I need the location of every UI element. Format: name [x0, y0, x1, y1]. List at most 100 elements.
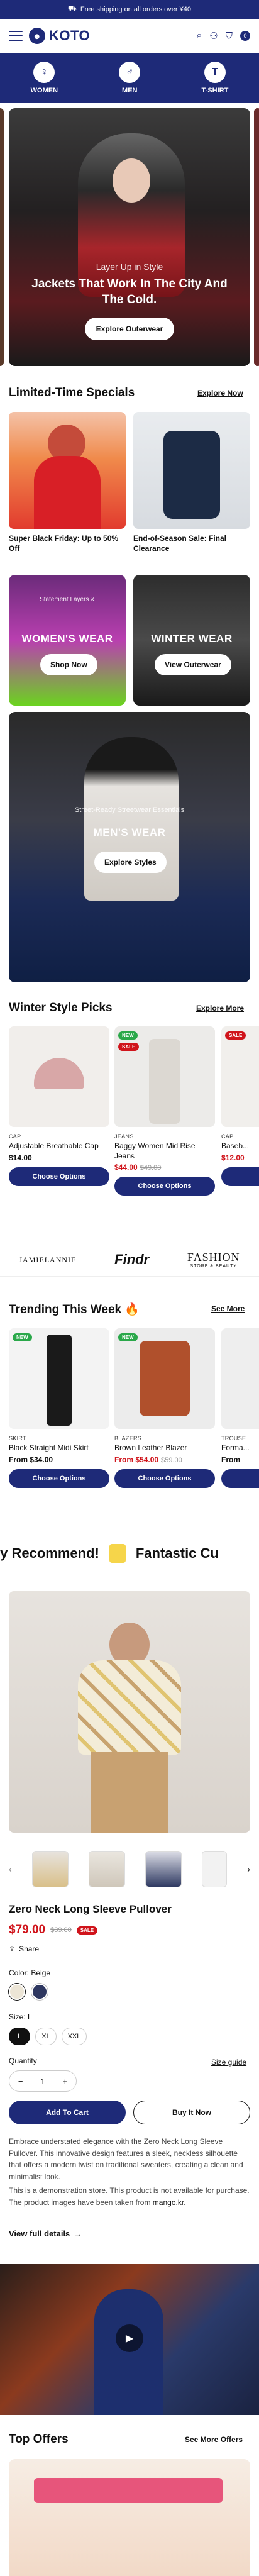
product-card[interactable]: NEW SALE JEANS Baggy Women Mid Rise Jean… [114, 1026, 215, 1196]
swatch-navy[interactable] [31, 1984, 48, 2000]
product-image[interactable]: NEW [114, 1328, 215, 1429]
mango-link[interactable]: mango.kr [153, 2198, 184, 2207]
quantity-stepper[interactable]: − 1 + [9, 2070, 77, 2092]
plus-icon[interactable]: + [62, 2077, 67, 2086]
marquee-banner: ly Recommend! Fantastic Cu [0, 1535, 259, 1572]
product-title[interactable]: Baggy Women Mid Rise Jeans [114, 1141, 215, 1161]
trending-heading: Trending This Week 🔥 [9, 1303, 140, 1316]
new-badge: NEW [13, 1333, 32, 1341]
womens-wear-tile[interactable]: Statement Layers & WOMEN'S WEAR Shop Now [9, 575, 126, 706]
shop-now-button[interactable]: Shop Now [40, 654, 97, 675]
thumbnail-row: ‹ › [9, 1850, 250, 1888]
see-more-link[interactable]: See More [211, 1304, 245, 1313]
product-vendor: SKIRT [9, 1435, 26, 1441]
product-title[interactable]: Adjustable Breathable Cap [9, 1141, 109, 1152]
size-option[interactable]: L [9, 2028, 30, 2045]
explore-now-link[interactable]: Explore Now [197, 389, 243, 397]
video-banner[interactable]: ▶ [0, 2264, 259, 2415]
product-price-row: $79.00 $89.00 SALE [9, 1923, 98, 1937]
product-image[interactable] [9, 1026, 109, 1127]
product-title[interactable]: Forma... [221, 1443, 259, 1453]
tile-title: WOMEN'S WEAR [21, 633, 113, 645]
hero-next-slide[interactable] [254, 108, 259, 366]
product-price: From $54.00 $59.00 [114, 1455, 215, 1464]
product-title[interactable]: Black Straight Midi Skirt [9, 1443, 109, 1453]
tshirt-icon: T [204, 62, 226, 83]
buy-now-button[interactable]: Buy It Now [133, 2101, 250, 2124]
end-of-season-title[interactable]: End-of-Season Sale: Final Clearance [133, 533, 250, 553]
end-of-season-image[interactable] [133, 412, 250, 529]
product-card[interactable]: NEW BLAZERS Brown Leather Blazer From $5… [114, 1328, 215, 1488]
minus-icon[interactable]: − [18, 2077, 23, 2086]
share-label: Share [19, 1945, 40, 1953]
view-full-details-link[interactable]: View full details → [9, 2229, 82, 2238]
thumbnail[interactable] [88, 1851, 125, 1887]
quantity-value[interactable]: 1 [40, 2077, 45, 2086]
black-friday-image[interactable] [9, 412, 126, 529]
chevron-right-icon[interactable]: › [247, 1864, 250, 1874]
share-button[interactable]: ⇪ Share [9, 1945, 39, 1953]
explore-styles-button[interactable]: Explore Styles [94, 852, 167, 873]
see-more-offers-link[interactable]: See More Offers [185, 2435, 243, 2444]
search-icon[interactable]: ⌕ [196, 30, 202, 42]
thumbnail[interactable] [145, 1851, 182, 1887]
view-full-details-label: View full details [9, 2229, 70, 2238]
sale-badge: SALE [76, 1926, 98, 1935]
logo[interactable]: ☻ KOTO [29, 28, 90, 44]
dress-icon: ♀ [33, 62, 55, 83]
category-men[interactable]: ♂ MEN [119, 62, 141, 94]
category-women[interactable]: ♀ WOMEN [31, 62, 58, 94]
product-card[interactable]: NEW SKIRT Black Straight Midi Skirt From… [9, 1328, 109, 1488]
category-label: MEN [122, 87, 138, 94]
explore-more-link[interactable]: Explore More [196, 1004, 244, 1013]
add-to-cart-button[interactable]: Add To Cart [9, 2101, 126, 2124]
product-card[interactable]: CAP Adjustable Breathable Cap $14.00 Cho… [9, 1026, 109, 1186]
product-description: Embrace understated elegance with the Ze… [9, 2137, 243, 2181]
size-guide-link[interactable]: Size guide [211, 2058, 246, 2067]
choose-options-button[interactable]: Choose Options [9, 1167, 109, 1186]
product-price: $12.00 [221, 1153, 245, 1162]
cart-icon[interactable]: ⛉ [226, 31, 233, 42]
brand-logo-sub: STORE & BEAUTY [190, 1264, 238, 1269]
thumbnail[interactable] [31, 1851, 69, 1887]
hero-prev-slide[interactable] [0, 108, 4, 366]
product-card[interactable]: TROUSE Forma... From [221, 1328, 259, 1488]
choose-options-button[interactable] [221, 1167, 259, 1186]
black-friday-title[interactable]: Super Black Friday: Up to 50% Off [9, 533, 126, 553]
announcement-text: Free shipping on all orders over ¥40 [80, 6, 191, 13]
choose-options-button[interactable]: Choose Options [114, 1468, 215, 1488]
product-title[interactable]: Baseb... [221, 1141, 259, 1152]
explore-outerwear-button[interactable]: Explore Outerwear [84, 318, 175, 341]
brand-logo[interactable]: FASHION STORE & BEAUTY [187, 1251, 240, 1269]
share-icon: ⇪ [9, 1945, 16, 1953]
brand-logo[interactable]: JAMIELANNIE [19, 1255, 76, 1265]
top-offer-banner[interactable] [9, 2459, 250, 2576]
choose-options-button[interactable]: Choose Options [114, 1177, 215, 1196]
product-image[interactable]: SALE [221, 1026, 259, 1127]
product-image[interactable]: NEW [9, 1328, 109, 1429]
choose-options-button[interactable] [221, 1468, 259, 1488]
choose-options-button[interactable]: Choose Options [9, 1468, 109, 1488]
announcement-bar: ⛟ Free shipping on all orders over ¥40 [0, 0, 259, 19]
size-option[interactable]: XL [35, 2028, 57, 2045]
chevron-left-icon[interactable]: ‹ [9, 1864, 12, 1874]
product-image[interactable]: NEW SALE [114, 1026, 215, 1127]
product-card[interactable]: SALE CAP Baseb... $12.00 [221, 1026, 259, 1186]
product-title[interactable]: Brown Leather Blazer [114, 1443, 215, 1453]
thumbnail[interactable] [202, 1851, 228, 1887]
hero-title: Jackets That Work In The City And The Co… [31, 277, 228, 306]
menu-icon[interactable] [9, 31, 23, 41]
winter-wear-tile[interactable]: WINTER WEAR View Outerwear [133, 575, 250, 706]
product-main-image[interactable] [9, 1591, 250, 1833]
mens-wear-tile[interactable]: Street-Ready Streetwear Essentials MEN'S… [9, 712, 250, 982]
swatch-beige[interactable] [9, 1984, 25, 2000]
product-image[interactable] [221, 1328, 259, 1429]
product-demo-note: This is a demonstration store. This prod… [9, 2185, 250, 2208]
brand-logo[interactable]: Findr [114, 1252, 149, 1268]
category-tshirt[interactable]: T T-SHIRT [202, 62, 228, 94]
account-icon[interactable]: ⚇ [209, 30, 218, 42]
play-icon[interactable]: ▶ [116, 2324, 143, 2352]
view-outerwear-button[interactable]: View Outerwear [155, 654, 231, 675]
size-options: L XL XXL [9, 2028, 87, 2045]
size-option[interactable]: XXL [62, 2028, 87, 2045]
